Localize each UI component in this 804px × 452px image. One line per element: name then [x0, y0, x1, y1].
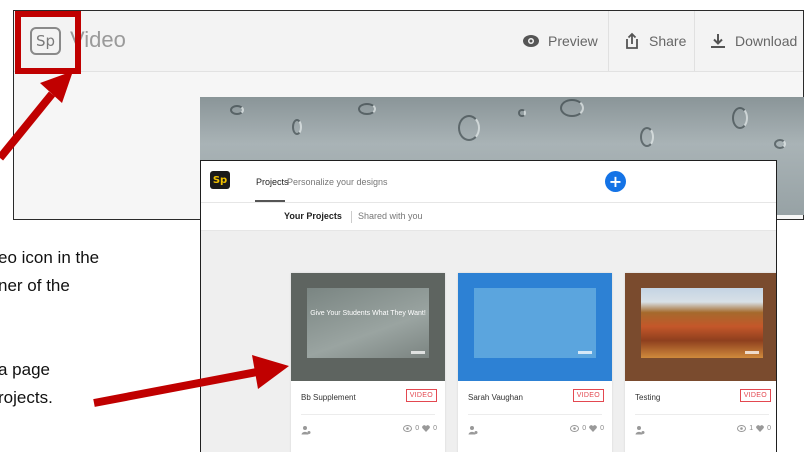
divider — [301, 414, 435, 415]
card-stats: 1 0 — [737, 425, 771, 432]
preview-label: Preview — [548, 33, 598, 49]
thumbnail-image — [307, 288, 429, 358]
raindrop — [560, 99, 584, 117]
share-icon — [626, 32, 638, 49]
heart-icon[interactable] — [589, 425, 597, 432]
raindrop — [518, 109, 526, 117]
eye-icon — [403, 425, 413, 432]
tab-projects[interactable]: Projects — [256, 177, 289, 187]
project-title: Sarah Vaughan — [468, 393, 524, 402]
subtab-divider — [351, 211, 352, 223]
download-button[interactable]: Download — [694, 11, 803, 71]
card-stats: 0 0 — [570, 425, 604, 432]
watermark — [745, 351, 759, 354]
view-count: 1 — [749, 425, 754, 432]
project-title: Testing — [635, 393, 661, 402]
active-tab-indicator — [255, 200, 285, 202]
like-count: 0 — [600, 425, 604, 432]
project-card[interactable]: Testing VIDEO 1 0 — [625, 273, 776, 452]
caption-line: eo icon in the — [0, 248, 100, 267]
editor-header: Sp Video Preview Share Download — [14, 11, 803, 72]
download-icon — [711, 34, 725, 48]
view-count: 0 — [415, 425, 420, 432]
caption-line: a page — [0, 360, 50, 379]
project-thumbnail[interactable] — [458, 273, 612, 381]
video-badge: VIDEO — [739, 389, 771, 402]
collaborators-icon[interactable] — [635, 425, 645, 435]
share-button[interactable]: Share — [608, 11, 694, 71]
spark-projects-screenshot: Sp Projects Personalize your designs + Y… — [200, 160, 777, 452]
watermark — [411, 351, 425, 354]
preview-button[interactable]: Preview — [508, 11, 608, 71]
projects-topbar: Sp Projects Personalize your designs + — [201, 161, 776, 203]
download-label: Download — [735, 33, 798, 49]
like-count: 0 — [433, 425, 437, 432]
video-badge: VIDEO — [572, 389, 604, 402]
raindrop — [358, 103, 376, 115]
raindrop — [292, 119, 302, 135]
thumbnail-image — [641, 288, 763, 358]
raindrop — [774, 139, 786, 149]
raindrop — [640, 127, 654, 147]
spark-logo-icon[interactable]: Sp — [210, 171, 230, 189]
view-count: 0 — [582, 425, 587, 432]
project-card[interactable]: Give Your Students What They Want! Bb Su… — [291, 273, 445, 452]
create-project-button[interactable]: + — [605, 171, 626, 192]
eye-icon — [570, 425, 580, 432]
project-card[interactable]: Sarah Vaughan VIDEO 0 0 — [458, 273, 612, 452]
card-stats: 0 0 — [403, 425, 437, 432]
thumbnail-text: Give Your Students What They Want! — [310, 310, 426, 317]
divider — [635, 414, 769, 415]
divider — [468, 414, 602, 415]
share-label: Share — [649, 33, 687, 49]
thumbnail-image — [474, 288, 596, 358]
eye-icon — [737, 425, 747, 432]
heart-icon[interactable] — [756, 425, 764, 432]
raindrop — [732, 107, 748, 129]
collaborators-icon[interactable] — [468, 425, 478, 435]
logo-highlight-box — [15, 11, 81, 74]
tab-your-projects[interactable]: Your Projects — [284, 211, 342, 221]
project-thumbnail[interactable] — [625, 273, 776, 381]
project-thumbnail[interactable]: Give Your Students What They Want! — [291, 273, 445, 381]
project-title: Bb Supplement — [301, 393, 356, 402]
watermark — [578, 351, 592, 354]
collaborators-icon[interactable] — [301, 425, 311, 435]
tab-personalize[interactable]: Personalize your designs — [287, 177, 388, 187]
raindrop — [230, 105, 244, 115]
eye-icon — [523, 35, 539, 47]
heart-icon[interactable] — [422, 425, 430, 432]
caption-line: ner of the — [0, 276, 70, 295]
caption-line: rojects. — [0, 388, 53, 407]
like-count: 0 — [767, 425, 771, 432]
tab-shared-with-you[interactable]: Shared with you — [358, 211, 423, 221]
project-subtabs: Your Projects Shared with you — [201, 203, 776, 231]
raindrop — [458, 115, 480, 141]
video-badge: VIDEO — [405, 389, 437, 402]
